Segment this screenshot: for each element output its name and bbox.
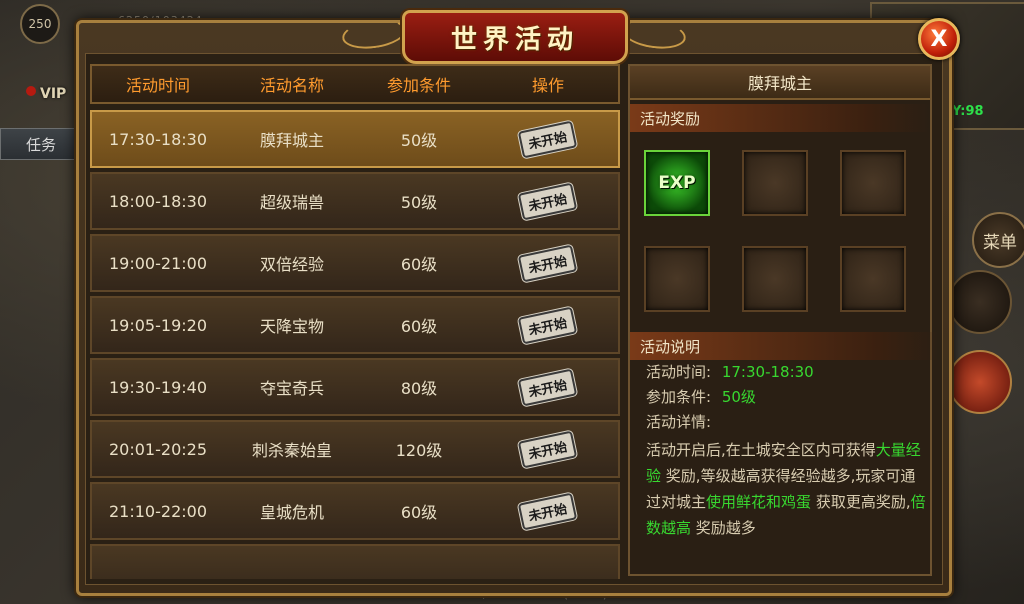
table-row[interactable]: 20:01-20:25 刺杀秦始皇 120级 未开始 bbox=[90, 420, 620, 478]
exp-icon: EXP bbox=[658, 173, 696, 193]
row-action-cell: 未开始 bbox=[478, 244, 618, 282]
desc-text: 活动开启后,在土城安全区内可获得 bbox=[646, 441, 876, 459]
row-condition: 50级 bbox=[400, 193, 438, 212]
row-condition: 60级 bbox=[400, 503, 438, 522]
row-action-cell: 未开始 bbox=[478, 120, 618, 158]
row-action-cell: 未开始 bbox=[478, 430, 618, 468]
row-action-cell: 未开始 bbox=[478, 492, 618, 530]
time-line: 活动时间: 17:30-18:30 bbox=[646, 360, 926, 385]
menu-button[interactable]: 菜单 bbox=[972, 212, 1024, 268]
table-row[interactable]: 19:30-19:40 夺宝奇兵 80级 未开始 bbox=[90, 358, 620, 416]
reward-slot[interactable] bbox=[742, 150, 808, 216]
not-started-stamp[interactable]: 未开始 bbox=[518, 120, 578, 158]
close-icon: X bbox=[930, 26, 948, 52]
desc-text: 获取更高奖励, bbox=[815, 493, 911, 511]
header-time: 活动时间 bbox=[125, 76, 190, 95]
dialog-title-plate: 世界活动 bbox=[402, 10, 628, 64]
row-name: 双倍经验 bbox=[259, 255, 324, 274]
detail-title: 膜拜城主 bbox=[630, 66, 930, 100]
table-header: 活动时间 活动名称 参加条件 操作 bbox=[90, 64, 620, 104]
reward-section-header: 活动奖励 bbox=[630, 104, 930, 132]
table-row[interactable]: 21:10-22:00 皇城危机 60级 未开始 bbox=[90, 482, 620, 540]
table-row-partial[interactable] bbox=[90, 544, 620, 579]
row-condition: 80级 bbox=[400, 379, 438, 398]
task-button[interactable]: 任务 bbox=[0, 128, 82, 160]
condition-label: 参加条件: bbox=[646, 388, 712, 406]
time-label: 活动时间: bbox=[646, 363, 712, 381]
desc-text: 奖励越多 bbox=[695, 519, 756, 537]
reward-slot[interactable] bbox=[840, 246, 906, 312]
table-row[interactable]: 17:30-18:30 膜拜城主 50级 未开始 bbox=[90, 110, 620, 168]
condition-value: 50级 bbox=[721, 388, 756, 406]
header-condition: 参加条件 bbox=[386, 76, 451, 95]
row-time: 18:00-18:30 bbox=[109, 191, 207, 211]
not-started-stamp[interactable]: 未开始 bbox=[518, 368, 578, 406]
condition-line: 参加条件: 50级 bbox=[646, 385, 926, 410]
activity-description: 活动开启后,在土城安全区内可获得大量经验 奖励,等级越高获得经验越多,玩家可通过… bbox=[646, 437, 926, 541]
skill-button[interactable] bbox=[948, 270, 1012, 334]
not-started-stamp[interactable]: 未开始 bbox=[518, 244, 578, 282]
row-time: 19:05-19:20 bbox=[109, 315, 207, 335]
activity-detail-panel: 膜拜城主 活动奖励 EXP 活动说明 活动时间: 17:30-18:30 参加条… bbox=[628, 64, 940, 576]
header-name: 活动名称 bbox=[259, 76, 324, 95]
table-row[interactable]: 19:00-21:00 双倍经验 60级 未开始 bbox=[90, 234, 620, 292]
row-time: 19:30-19:40 bbox=[109, 377, 207, 397]
time-value: 17:30-18:30 bbox=[721, 363, 814, 381]
dialog-title: 世界活动 bbox=[450, 24, 579, 55]
row-condition: 60级 bbox=[400, 255, 438, 274]
close-button[interactable]: X bbox=[918, 18, 960, 60]
row-condition: 50级 bbox=[400, 131, 438, 150]
player-level-badge: 250 bbox=[20, 4, 60, 44]
not-started-stamp[interactable]: 未开始 bbox=[518, 492, 578, 530]
vip-label[interactable]: VIP bbox=[40, 86, 66, 102]
reward-slot[interactable] bbox=[840, 150, 906, 216]
row-name: 夺宝奇兵 bbox=[259, 379, 324, 398]
row-time: 17:30-18:30 bbox=[109, 129, 207, 149]
row-condition: 60级 bbox=[400, 317, 438, 336]
row-name: 刺杀秦始皇 bbox=[251, 441, 332, 460]
desc-highlight: 使用鲜花和鸡蛋 bbox=[706, 493, 812, 511]
row-condition: 120级 bbox=[395, 441, 443, 460]
reward-slot[interactable] bbox=[644, 246, 710, 312]
row-action-cell: 未开始 bbox=[478, 182, 618, 220]
header-action: 操作 bbox=[531, 76, 564, 95]
description-section-header: 活动说明 bbox=[630, 332, 940, 360]
row-time: 19:00-21:00 bbox=[109, 253, 207, 273]
detail-label: 活动详情: bbox=[646, 413, 712, 431]
activity-info: 活动时间: 17:30-18:30 参加条件: 50级 活动详情: 活动开启后,… bbox=[646, 360, 926, 541]
row-name: 天降宝物 bbox=[259, 317, 324, 336]
vip-dot-icon bbox=[26, 86, 36, 96]
not-started-stamp[interactable]: 未开始 bbox=[518, 182, 578, 220]
coord-readout: Y:98 bbox=[952, 104, 984, 119]
row-time: 21:10-22:00 bbox=[109, 501, 207, 521]
table-row[interactable]: 19:05-19:20 天降宝物 60级 未开始 bbox=[90, 296, 620, 354]
activity-table: 活动时间 活动名称 参加条件 操作 17:30-18:30 膜拜城主 50级 未… bbox=[90, 64, 620, 579]
reward-slot[interactable] bbox=[742, 246, 808, 312]
row-action-cell: 未开始 bbox=[478, 368, 618, 406]
reward-slot-exp[interactable]: EXP bbox=[644, 150, 710, 216]
not-started-stamp[interactable]: 未开始 bbox=[518, 306, 578, 344]
row-action-cell: 未开始 bbox=[478, 306, 618, 344]
not-started-stamp[interactable]: 未开始 bbox=[518, 430, 578, 468]
item-button[interactable] bbox=[948, 350, 1012, 414]
row-time: 20:01-20:25 bbox=[109, 439, 207, 459]
table-row[interactable]: 18:00-18:30 超级瑞兽 50级 未开始 bbox=[90, 172, 620, 230]
reward-slots: EXP bbox=[644, 150, 924, 314]
row-name: 超级瑞兽 bbox=[259, 193, 324, 212]
row-name: 膜拜城主 bbox=[259, 131, 324, 150]
row-name: 皇城危机 bbox=[259, 503, 324, 522]
